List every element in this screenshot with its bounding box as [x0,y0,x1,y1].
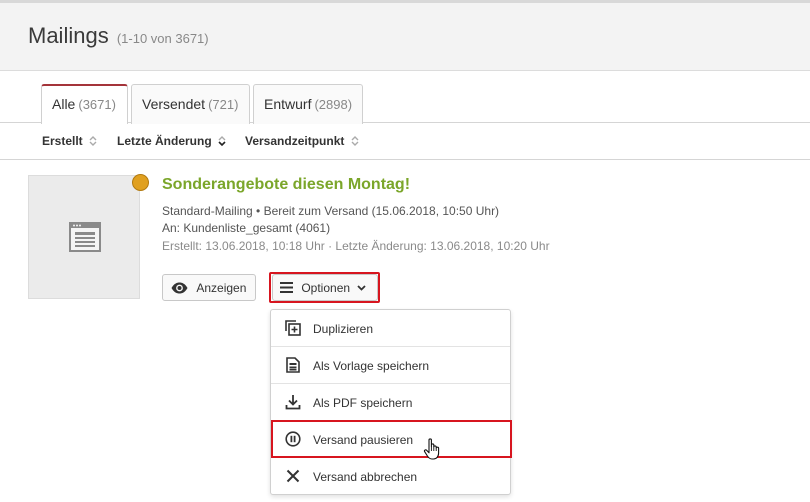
tab-all[interactable]: Alle (3671) [41,84,128,124]
sort-send-time[interactable]: Versandzeitpunkt [245,134,359,148]
sort-both-icon [89,135,97,147]
tab-bar: Alle (3671) Versendet (721) Entwurf (2898) [0,84,810,124]
page-header: Mailings (1-10 von 3671) [0,0,810,71]
sort-modified-label: Letzte Änderung [117,134,212,148]
hand-cursor-icon [423,437,443,466]
mailing-type-status: Standard-Mailing • Bereit zum Versand (1… [162,204,500,218]
sort-created[interactable]: Erstellt [42,134,97,148]
options-dropdown: Duplizieren Als Vorlage speichern Als PD… [270,309,511,495]
menu-item-cancel-sending-label: Versand abbrechen [313,470,418,484]
sort-both-icon [351,135,359,147]
sort-desc-icon [218,135,226,147]
cancel-icon [285,468,301,484]
pause-highlight [271,420,512,458]
sort-send-time-label: Versandzeitpunkt [245,134,345,148]
menu-item-duplicate[interactable]: Duplizieren [271,310,510,347]
download-icon [285,394,301,410]
newsletter-template-icon [69,222,101,257]
show-button-label: Anzeigen [196,281,247,295]
sort-created-label: Erstellt [42,134,83,148]
page-title-count: (1-10 von 3671) [116,31,209,46]
menu-item-save-pdf[interactable]: Als PDF speichern [271,384,510,421]
eye-icon [171,281,191,295]
tab-all-label: Alle [52,96,76,112]
menu-item-save-template[interactable]: Als Vorlage speichern [271,347,510,384]
tab-draft[interactable]: Entwurf (2898) [253,84,363,124]
options-highlight [269,272,380,303]
duplicate-icon [285,320,301,336]
page-title-text: Mailings [28,23,109,48]
menu-item-duplicate-label: Duplizieren [313,322,374,336]
sort-bar: Erstellt Letzte Änderung Versandzeitpunk… [0,123,810,160]
show-button[interactable]: Anzeigen [162,274,256,301]
tab-all-count: (3671) [78,97,116,112]
template-icon [285,357,301,373]
menu-item-cancel-sending[interactable]: Versand abbrechen [271,458,510,495]
tab-draft-label: Entwurf [264,96,312,112]
mailing-dates: Erstellt: 13.06.2018, 10:18 Uhr · Letzte… [162,239,550,253]
tab-sent[interactable]: Versendet (721) [131,84,250,124]
mailing-thumbnail[interactable] [28,175,140,299]
tab-sent-label: Versendet [142,96,206,112]
sort-modified[interactable]: Letzte Änderung [117,134,226,148]
page-title: Mailings (1-10 von 3671) [28,23,209,49]
menu-item-save-template-label: Als Vorlage speichern [313,359,430,373]
status-indicator [132,174,149,191]
mailing-title[interactable]: Sonderangebote diesen Montag! [162,176,410,194]
mailing-recipients: An: Kundenliste_gesamt (4061) [162,221,331,235]
menu-item-save-pdf-label: Als PDF speichern [313,396,413,410]
tab-sent-count: (721) [208,97,239,112]
tab-draft-count: (2898) [314,97,353,112]
